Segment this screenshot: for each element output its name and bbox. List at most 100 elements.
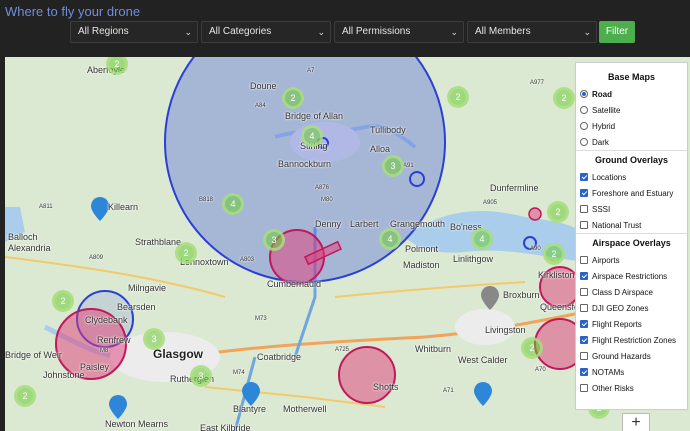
filter-button[interactable]: Filter bbox=[599, 21, 635, 43]
checkbox-icon[interactable] bbox=[580, 384, 588, 392]
radio-icon[interactable] bbox=[580, 122, 588, 130]
marker-cluster[interactable]: 4 bbox=[222, 193, 244, 215]
marker-cluster[interactable]: 4 bbox=[379, 228, 401, 250]
ground-locations[interactable]: Locations bbox=[576, 169, 687, 185]
road-label: B818 bbox=[199, 197, 214, 203]
ground-national-trust[interactable]: National Trust bbox=[576, 217, 687, 233]
place-label: Linlithgow bbox=[453, 254, 494, 264]
location-pin-icon bbox=[474, 382, 492, 406]
road-label: A876 bbox=[315, 185, 330, 191]
marker-cluster[interactable]: 4 bbox=[471, 228, 493, 250]
marker-cluster[interactable]: 2 bbox=[175, 242, 197, 264]
marker-cluster[interactable]: 2 bbox=[521, 337, 543, 359]
marker-cluster[interactable]: 3 bbox=[382, 155, 404, 177]
base-map-road[interactable]: Road bbox=[576, 86, 687, 102]
checkbox-icon[interactable] bbox=[580, 205, 588, 213]
place-label: Dunfermline bbox=[490, 183, 539, 193]
airspace-notams[interactable]: NOTAMs bbox=[576, 364, 687, 380]
place-label: Alloa bbox=[370, 144, 391, 154]
location-pin-icon bbox=[242, 382, 260, 406]
place-label: Bannockburn bbox=[278, 159, 332, 169]
airspace-other-risks[interactable]: Other Risks bbox=[576, 380, 687, 396]
airspace-overlays-heading: Airspace Overlays bbox=[576, 233, 687, 252]
place-label: Polmont bbox=[405, 244, 439, 254]
airspace-flight-restriction-zones[interactable]: Flight Restriction Zones bbox=[576, 332, 687, 348]
place-label: Shotts bbox=[373, 382, 399, 392]
road-label: A7 bbox=[307, 68, 315, 74]
marker-cluster[interactable]: 2 bbox=[52, 290, 74, 312]
marker-cluster[interactable]: 2 bbox=[282, 87, 304, 109]
radio-icon[interactable] bbox=[580, 138, 588, 146]
road-label: A91 bbox=[403, 163, 414, 169]
base-map-hybrid[interactable]: Hybrid bbox=[576, 118, 687, 134]
place-label: Milngavie bbox=[128, 283, 167, 293]
marker-cluster[interactable]: 3 bbox=[143, 328, 165, 350]
airspace-class-d[interactable]: Class D Airspace bbox=[576, 284, 687, 300]
chevron-down-icon: ⌄ bbox=[317, 27, 325, 37]
location-pin-icon bbox=[91, 197, 109, 221]
road-label: M8 bbox=[100, 348, 109, 354]
checkbox-icon[interactable] bbox=[580, 352, 588, 360]
marker-cluster[interactable]: 2 bbox=[553, 87, 575, 109]
radio-icon[interactable] bbox=[580, 106, 588, 114]
permissions-select[interactable]: All Permissions ⌄ bbox=[334, 21, 464, 43]
radio-selected-icon[interactable] bbox=[580, 90, 588, 98]
place-label: Strathblane bbox=[135, 237, 182, 247]
chevron-down-icon: ⌄ bbox=[184, 27, 192, 37]
regions-select[interactable]: All Regions ⌄ bbox=[70, 21, 198, 43]
place-label: Motherwell bbox=[283, 404, 327, 414]
flight-restriction-zone bbox=[528, 207, 542, 221]
road-label: M80 bbox=[321, 197, 333, 203]
place-label: Renfrew bbox=[97, 335, 131, 345]
location-pin-icon bbox=[481, 286, 499, 310]
place-label: Johnstone bbox=[43, 370, 85, 380]
checkbox-icon[interactable] bbox=[580, 288, 588, 296]
checkbox-checked-icon[interactable] bbox=[580, 320, 588, 328]
road-label: A84 bbox=[255, 103, 266, 109]
chevron-down-icon: ⌄ bbox=[583, 27, 591, 37]
marker-cluster[interactable]: 3 bbox=[190, 365, 212, 387]
categories-select[interactable]: All Categories ⌄ bbox=[201, 21, 331, 43]
marker-cluster[interactable]: 2 bbox=[543, 243, 565, 265]
airspace-restrictions[interactable]: Airspace Restrictions bbox=[576, 268, 687, 284]
checkbox-icon[interactable] bbox=[580, 256, 588, 264]
ground-foreshore[interactable]: Foreshore and Estuary bbox=[576, 185, 687, 201]
place-label: West Calder bbox=[458, 355, 508, 365]
checkbox-checked-icon[interactable] bbox=[580, 336, 588, 344]
checkbox-checked-icon[interactable] bbox=[580, 272, 588, 280]
members-select-value: All Members bbox=[475, 26, 531, 37]
marker-cluster[interactable]: 3 bbox=[263, 229, 285, 251]
place-label: Larbert bbox=[350, 219, 379, 229]
marker-cluster[interactable]: 2 bbox=[547, 201, 569, 223]
place-label: Madiston bbox=[403, 260, 440, 270]
place-label: Blantyre bbox=[233, 404, 267, 414]
checkbox-icon[interactable] bbox=[580, 221, 588, 229]
airspace-dji-geo[interactable]: DJI GEO Zones bbox=[576, 300, 687, 316]
base-map-satellite[interactable]: Satellite bbox=[576, 102, 687, 118]
road-label: M74 bbox=[233, 370, 245, 376]
checkbox-checked-icon[interactable] bbox=[580, 173, 588, 181]
members-select[interactable]: All Members ⌄ bbox=[467, 21, 597, 43]
place-label: Glasgow bbox=[153, 347, 204, 361]
base-map-dark[interactable]: Dark bbox=[576, 134, 687, 150]
marker-cluster[interactable]: 2 bbox=[447, 86, 469, 108]
place-label: Coatbridge bbox=[257, 352, 302, 362]
chevron-down-icon: ⌄ bbox=[450, 27, 458, 37]
road-label: A809 bbox=[89, 255, 104, 261]
place-label: Bridge of Weir bbox=[5, 350, 62, 360]
checkbox-checked-icon[interactable] bbox=[580, 189, 588, 197]
place-label: Clydebank bbox=[85, 315, 128, 325]
checkbox-checked-icon[interactable] bbox=[580, 368, 588, 376]
regions-select-value: All Regions bbox=[78, 26, 129, 37]
airspace-ground-hazards[interactable]: Ground Hazards bbox=[576, 348, 687, 364]
page-title: Where to fly your drone bbox=[5, 4, 141, 19]
zoom-in-button[interactable]: + bbox=[622, 413, 650, 431]
marker-cluster[interactable]: 4 bbox=[301, 125, 323, 147]
airspace-flight-reports[interactable]: Flight Reports bbox=[576, 316, 687, 332]
checkbox-icon[interactable] bbox=[580, 304, 588, 312]
airspace-airports[interactable]: Airports bbox=[576, 252, 687, 268]
place-label: Broxburn bbox=[503, 290, 540, 300]
road-label: A70 bbox=[535, 367, 546, 373]
ground-sssi[interactable]: SSSI bbox=[576, 201, 687, 217]
marker-cluster[interactable]: 2 bbox=[14, 385, 36, 407]
